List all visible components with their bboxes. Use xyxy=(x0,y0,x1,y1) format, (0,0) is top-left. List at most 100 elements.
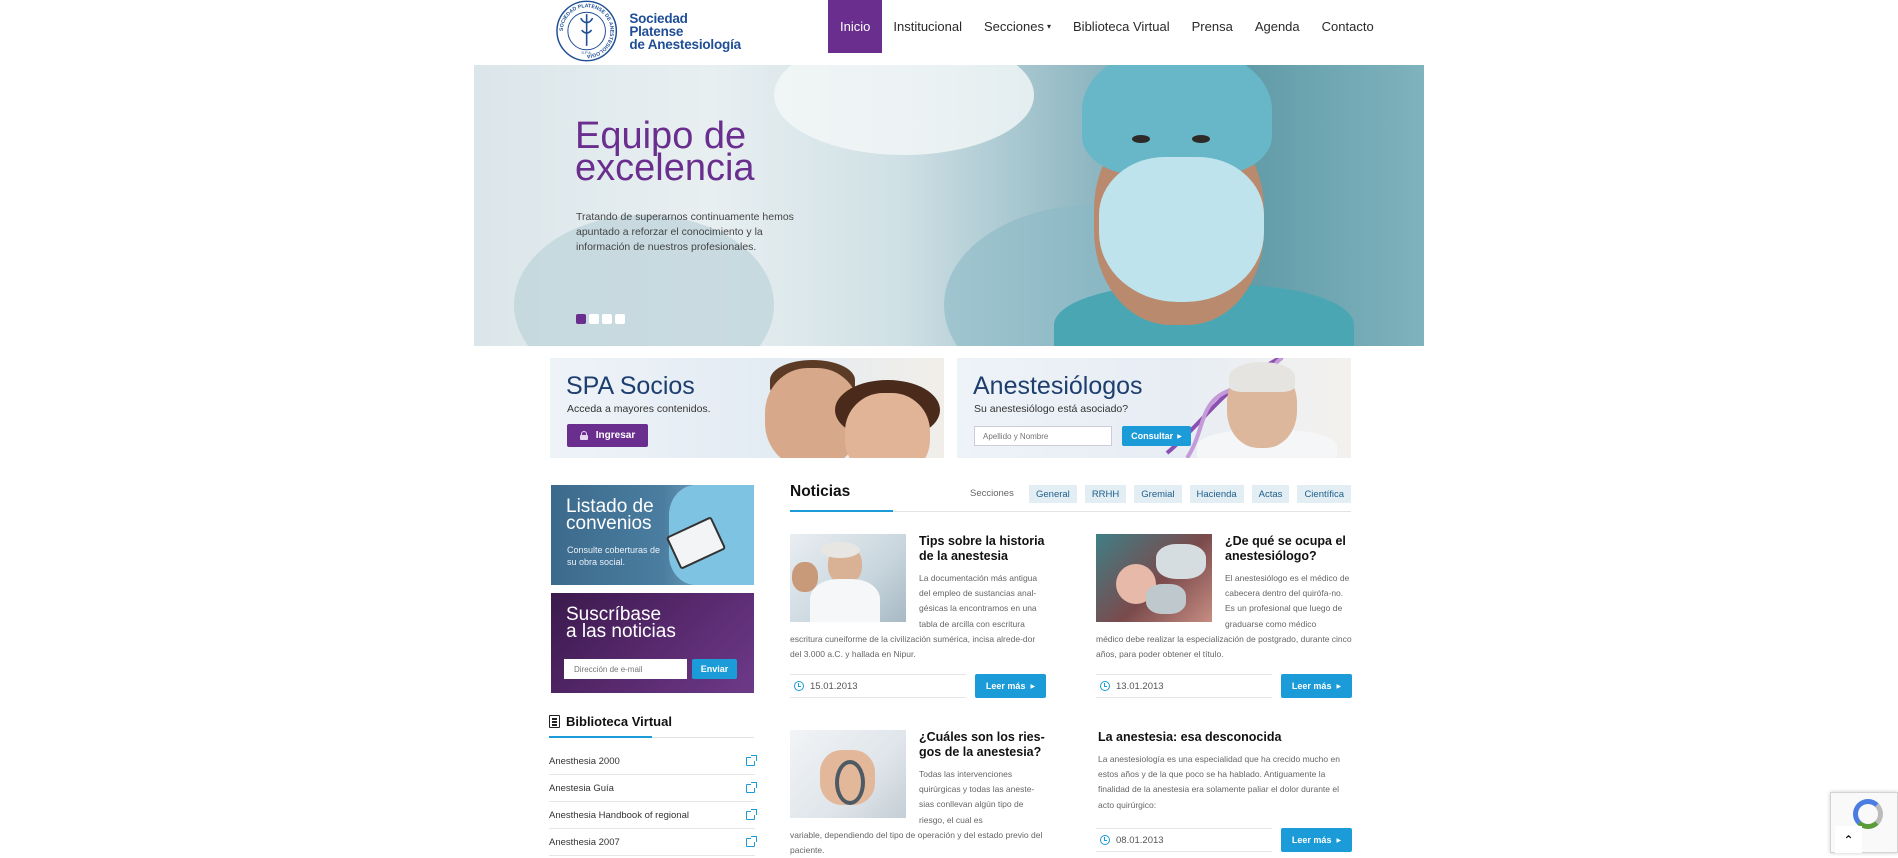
nav-item-prensa[interactable]: Prensa xyxy=(1181,0,1244,53)
newsletter-title-line2: a las noticias xyxy=(566,621,676,642)
news-article: ¿Cuáles son los ries-gos de la anestesia… xyxy=(790,730,1049,855)
leer-mas-label: Leer más xyxy=(985,681,1026,691)
convenios-banner[interactable]: Listado de convenios Consulte coberturas… xyxy=(551,485,754,585)
noticias-title: Noticias xyxy=(790,483,851,500)
biblioteca-title: Biblioteca Virtual xyxy=(566,714,672,729)
article-footer: 13.01.2013 Leer más ▶ xyxy=(1096,674,1352,698)
ingresar-button[interactable]: Ingresar xyxy=(567,424,648,447)
site-name-line2: de Anestesiología xyxy=(629,36,741,52)
filter-gremial[interactable]: Gremial xyxy=(1134,485,1182,503)
filter-cientifica[interactable]: Científica xyxy=(1297,485,1352,503)
consultar-button-label: Consultar xyxy=(1131,431,1174,441)
nav-label: Biblioteca Virtual xyxy=(1073,19,1170,34)
article-footer: 08.01.2013 Leer más ▶ xyxy=(1096,828,1352,852)
article-excerpt: médico debe realizar la especialización … xyxy=(1096,634,1352,660)
slider-dots xyxy=(576,314,625,324)
filter-rrhh[interactable]: RRHH xyxy=(1084,485,1127,503)
article-title[interactable]: ¿Cuáles son los ries-gos de la anestesia… xyxy=(919,730,1049,760)
article-date: 08.01.2013 xyxy=(1096,828,1272,852)
site-header: SOCIEDAD PLATENSE DE ANESTESIOLOGIA S.P.… xyxy=(0,0,1898,65)
article-excerpt: La documentación más antigua del empleo … xyxy=(919,573,1038,629)
noticias-divider xyxy=(790,510,1351,512)
ingresar-button-label: Ingresar xyxy=(595,430,636,441)
nav-item-institucional[interactable]: Institucional xyxy=(882,0,973,53)
enviar-button[interactable]: Enviar xyxy=(692,659,737,679)
biblioteca-item[interactable]: Anesthesia 2007 xyxy=(549,829,757,856)
article-date-label: 08.01.2013 xyxy=(1116,834,1164,846)
article-title[interactable]: La anestesia: esa desconocida xyxy=(1098,730,1358,745)
nav-label: Agenda xyxy=(1254,19,1300,34)
nav-label: Inicio xyxy=(840,19,871,34)
biblioteca-item[interactable]: Anesthesia 2000 xyxy=(549,748,757,775)
article-date-label: 13.01.2013 xyxy=(1116,680,1164,692)
convenios-text: Consulte coberturas de su obra social. xyxy=(567,545,661,567)
article-excerpt: La anestesiología es una especialidad qu… xyxy=(1098,754,1340,810)
site-name-line1: Sociedad Platense xyxy=(629,10,688,39)
arrow-right-icon: ▶ xyxy=(1177,433,1182,440)
site-logo[interactable]: SOCIEDAD PLATENSE DE ANESTESIOLOGIA S.P.… xyxy=(554,0,744,62)
leer-mas-button[interactable]: Leer más ▶ xyxy=(1281,828,1352,852)
promo-socios: SPA Socios Acceda a mayores contenidos. … xyxy=(550,358,944,458)
slider-dot[interactable] xyxy=(576,314,586,324)
nav-item-secciones[interactable]: Secciones ▾ xyxy=(973,0,1062,53)
convenios-title-line2: convenios xyxy=(566,513,652,534)
biblioteca-item-label: Anesthesia 2000 xyxy=(549,755,620,767)
filter-actas[interactable]: Actas xyxy=(1251,485,1290,503)
doctor-image xyxy=(1132,135,1150,143)
email-input[interactable] xyxy=(564,659,687,679)
article-image[interactable] xyxy=(1096,534,1212,622)
external-link-icon xyxy=(746,781,757,793)
article-image[interactable] xyxy=(790,534,906,622)
leer-mas-label: Leer más xyxy=(1291,835,1332,845)
promo-anest-subtitle: Su anestesiólogo está asociado? xyxy=(974,403,1129,415)
recaptcha-icon xyxy=(1853,799,1883,829)
hero-description: Tratando de superarnos continuamente hem… xyxy=(576,211,794,253)
promo-anest-title: Anestesiólogos xyxy=(973,372,1143,400)
biblioteca-list: Anesthesia 2000 Anestesia Guía Anesthesi… xyxy=(549,748,757,856)
article-footer: 15.01.2013 Leer más ▶ xyxy=(790,674,1046,698)
article-date: 15.01.2013 xyxy=(790,674,966,698)
biblioteca-header: Biblioteca Virtual xyxy=(549,714,672,729)
leer-mas-button[interactable]: Leer más ▶ xyxy=(975,674,1046,698)
nav-item-contacto[interactable]: Contacto xyxy=(1311,0,1385,53)
apellido-nombre-input[interactable] xyxy=(974,426,1112,446)
surgical-mask-image xyxy=(1099,157,1264,302)
elder-doctor-image xyxy=(1229,362,1295,392)
slider-dot[interactable] xyxy=(589,314,599,324)
external-link-icon xyxy=(746,808,757,820)
article-excerpt: Todas las intervenciones quirúrgicas y t… xyxy=(919,769,1035,825)
book-icon xyxy=(549,715,560,728)
slider-dot[interactable] xyxy=(602,314,612,324)
promo-anestesiologos: Anestesiólogos Su anestesiólogo está aso… xyxy=(957,358,1351,458)
article-image[interactable] xyxy=(790,730,906,818)
arrow-right-icon: ▶ xyxy=(1336,837,1342,844)
biblioteca-item[interactable]: Anesthesia Handbook of regional xyxy=(549,802,757,829)
arrow-right-icon: ▶ xyxy=(1336,683,1342,690)
biblioteca-divider xyxy=(549,736,754,738)
nav-item-biblioteca[interactable]: Biblioteca Virtual xyxy=(1062,0,1181,53)
article-title[interactable]: Tips sobre la historia de la anestesia xyxy=(919,534,1049,564)
filter-hacienda[interactable]: Hacienda xyxy=(1189,485,1244,503)
biblioteca-item[interactable]: Anestesia Guía xyxy=(549,775,757,802)
hero-title: Equipo de excelencia xyxy=(575,117,755,187)
arrow-right-icon: ▶ xyxy=(1030,683,1036,690)
back-to-top-button[interactable]: ⌃ xyxy=(1835,826,1862,853)
nav-label: Institucional xyxy=(893,19,963,34)
consultar-button[interactable]: Consultar ▶ xyxy=(1122,426,1191,446)
article-date-label: 15.01.2013 xyxy=(810,680,858,692)
svg-text:S.P.A.: S.P.A. xyxy=(581,50,592,55)
section-filters: General RRHH Gremial Hacienda Actas Cien… xyxy=(1029,485,1352,503)
article-title[interactable]: ¿De qué se ocupa el anestesiólogo? xyxy=(1225,534,1355,564)
nav-label: Secciones xyxy=(984,19,1044,34)
leer-mas-label: Leer más xyxy=(1291,681,1332,691)
promo-socios-title: SPA Socios xyxy=(566,372,695,400)
leer-mas-button[interactable]: Leer más ▶ xyxy=(1281,674,1352,698)
hero-title-line2: excelencia xyxy=(575,147,755,189)
chevron-up-icon: ⌃ xyxy=(1843,832,1854,847)
nav-item-agenda[interactable]: Agenda xyxy=(1244,0,1311,53)
slider-dot[interactable] xyxy=(615,314,625,324)
filter-general[interactable]: General xyxy=(1029,485,1077,503)
convenios-title: Listado de convenios xyxy=(566,497,654,534)
nav-item-inicio[interactable]: Inicio xyxy=(828,0,883,53)
hero-bg-light xyxy=(774,65,1034,155)
